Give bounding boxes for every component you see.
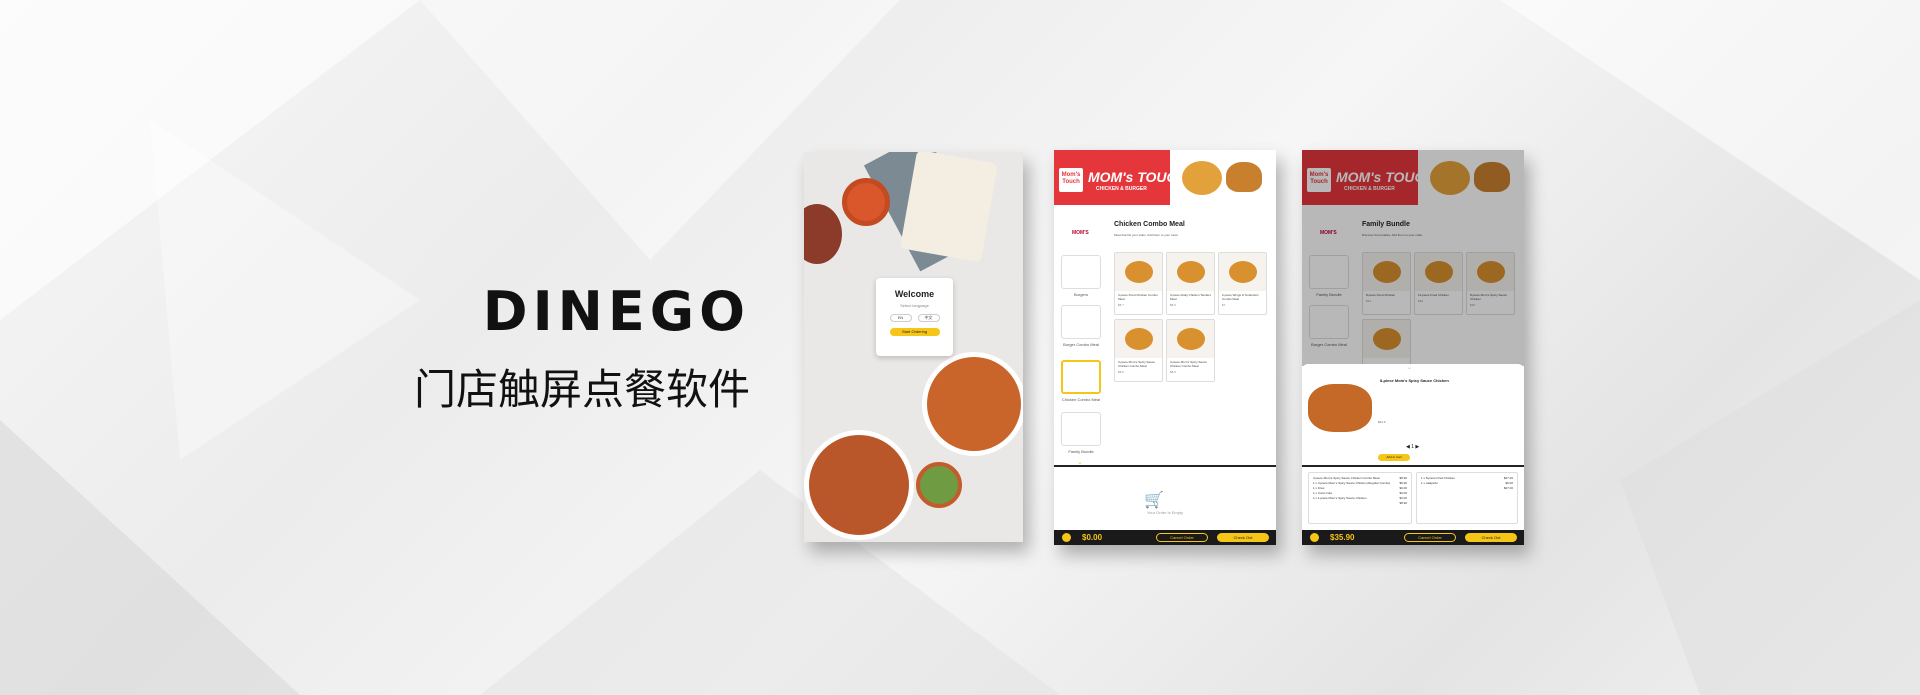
modal-overlay[interactable] <box>1302 150 1524 366</box>
empty-order-text: Your Order Is Empty <box>1146 510 1184 515</box>
brand-banner: Mom's Touch MOM's TOUCH CHICKEN & BURGER <box>1054 150 1276 205</box>
welcome-screen: Welcome Select language EN 中文 Start Orde… <box>804 152 1023 542</box>
welcome-subtitle: Select language <box>900 303 929 308</box>
category-family-bundle[interactable]: Family Bundle <box>1060 412 1102 454</box>
cutting-board-image <box>899 152 999 263</box>
quantity-stepper[interactable]: ◀ 1 ▶ <box>1406 444 1419 450</box>
divider <box>1054 465 1276 467</box>
start-ordering-button[interactable]: Start Ordering <box>889 328 940 336</box>
welcome-title: Welcome <box>894 289 935 299</box>
modal-product-name: 8-piece Mom's Spicy Sauce Chicken <box>1380 378 1449 383</box>
check-out-button[interactable]: Check Out <box>1217 533 1269 542</box>
coin-icon <box>1310 533 1319 542</box>
fries-plate-image <box>804 430 914 540</box>
product-card[interactable]: 3-piece Mom's Spicy Sauce Chicken Combo … <box>1114 319 1163 382</box>
product-card[interactable]: 3-piece Mom's Spicy Sauce Chicken Combo … <box>1166 319 1215 382</box>
modal-price: $21.9 <box>1378 420 1386 424</box>
cancel-order-button[interactable]: Cancel Order <box>1156 533 1208 542</box>
product-card[interactable]: 3-piece Flaky Chicken Tenders Meal $8.9 <box>1166 252 1215 315</box>
cancel-order-button[interactable]: Cancel Order <box>1404 533 1456 542</box>
language-en-button[interactable]: EN <box>889 314 912 322</box>
spicy-chicken-image <box>1308 384 1372 432</box>
banner-brand-name: MOM's TOUCH <box>1088 169 1187 185</box>
fried-chicken-image <box>1182 161 1222 195</box>
category-chicken-combo[interactable]: Chicken Combo Meal <box>1060 360 1102 402</box>
brand-logo: DINEGO <box>482 280 750 343</box>
product-detail-modal: ⌄ 8-piece Mom's Spicy Sauce Chicken $21.… <box>1302 364 1524 465</box>
order-item-card[interactable]: 3-piece Mom's Spicy Sauce Chicken Combo … <box>1308 472 1412 524</box>
salad-bowl-image <box>804 204 842 264</box>
menu-title: Chicken Combo Meal <box>1114 221 1185 228</box>
burger-image <box>1226 162 1262 192</box>
divider <box>1302 465 1524 467</box>
language-zh-button[interactable]: 中文 <box>917 314 940 322</box>
order-item-card[interactable]: 1 x 8-piece Fried Chicken $27.00 1 x Jala… <box>1416 472 1518 524</box>
menu-subtitle: Meat that fits your sides. Add them to y… <box>1114 233 1179 237</box>
order-total: $0.00 <box>1082 533 1103 542</box>
cart-icon: 🛒 <box>1144 492 1164 509</box>
chevron-down-icon[interactable]: ⌄ <box>1407 364 1412 371</box>
order-total: $35.90 <box>1330 533 1355 542</box>
category-burgers[interactable]: Burgers <box>1060 255 1102 297</box>
side-logo: MOM'S <box>1072 230 1089 236</box>
fries-plate-image <box>922 352 1023 456</box>
product-card[interactable]: 3-piece Fried Chicken Combo Meal $8.7 <box>1114 252 1163 315</box>
check-out-button[interactable]: Check Out <box>1465 533 1517 542</box>
menu-screen-with-modal: Mom's Touch MOM's TOUCH CHICKEN & BURGER… <box>1302 150 1524 545</box>
dip-bowl-image <box>842 178 890 226</box>
product-tagline: 门店触屏点餐软件 <box>413 366 750 413</box>
order-footer: $0.00 Cancel Order Check Out <box>1054 530 1276 545</box>
category-burger-combo[interactable]: Burger Combo Meal <box>1060 305 1102 347</box>
moms-touch-logo: Mom's Touch <box>1057 166 1085 194</box>
guacamole-bowl-image <box>916 462 962 508</box>
welcome-card: Welcome Select language EN 中文 Start Orde… <box>876 278 953 356</box>
coin-icon <box>1062 533 1071 542</box>
menu-screen: Mom's Touch MOM's TOUCH CHICKEN & BURGER… <box>1054 150 1276 545</box>
product-card[interactable]: 2-piece Wings & Tenderloin Combo Meal $7 <box>1218 252 1267 315</box>
add-to-cart-button[interactable]: Add to Cart <box>1378 454 1410 461</box>
order-footer: $35.90 Cancel Order Check Out <box>1302 530 1524 545</box>
banner-brand-tag: CHICKEN & BURGER <box>1096 186 1147 192</box>
